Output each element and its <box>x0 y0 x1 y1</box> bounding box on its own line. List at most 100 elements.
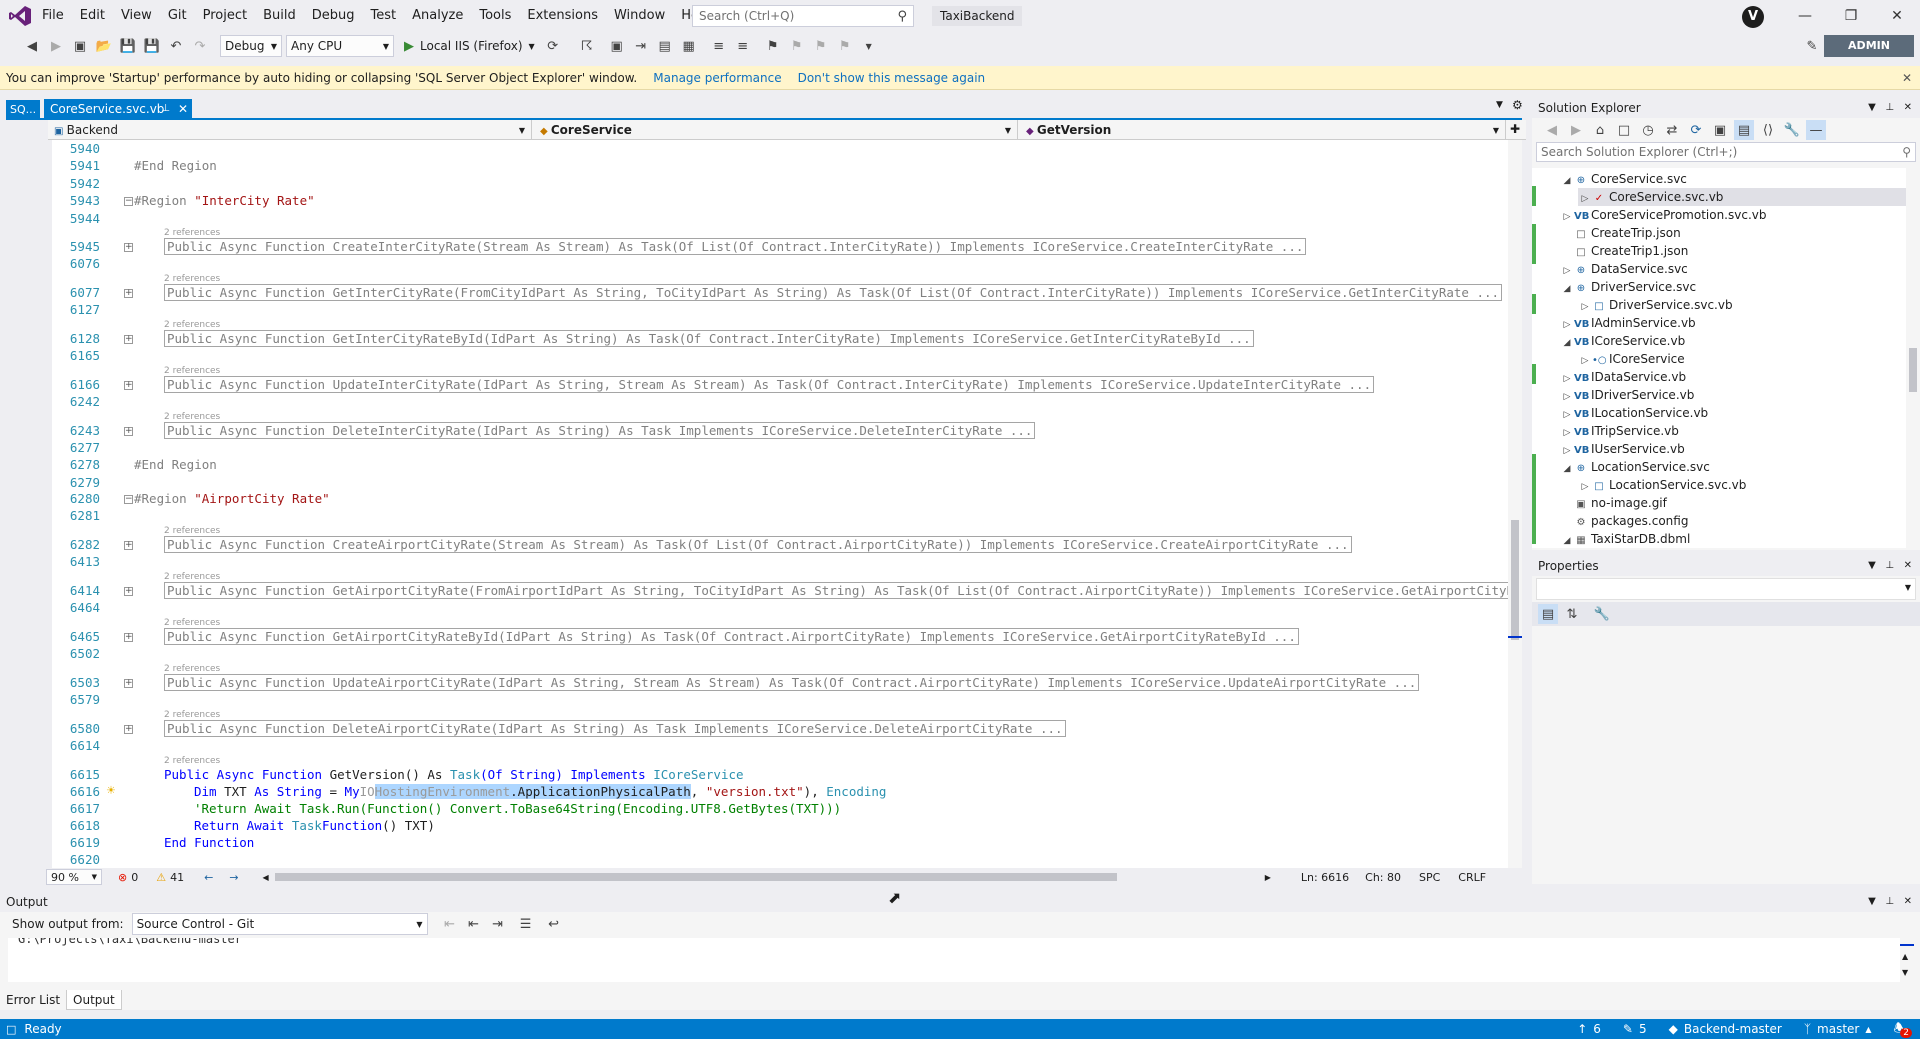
pending-changes-count[interactable]: 5 <box>1639 1022 1647 1036</box>
repository-name[interactable]: Backend-master <box>1684 1022 1782 1036</box>
show-all-files-icon[interactable]: ▤ <box>1734 120 1754 140</box>
clear-bookmarks-icon[interactable]: ⚑ <box>835 36 855 56</box>
branch-icon[interactable]: ᛉ <box>1804 1022 1811 1036</box>
output-text-area[interactable]: G:\Projects\Taxi\Backend-master <box>8 938 1900 982</box>
member-dropdown[interactable]: ◆ GetVersion ▼ <box>1020 120 1506 140</box>
menu-project[interactable]: Project <box>195 0 255 32</box>
output-source-select[interactable]: Source Control - Git ▼ <box>131 913 428 935</box>
menu-file[interactable]: File <box>34 0 72 32</box>
tab-output[interactable]: Output <box>66 990 122 1010</box>
go-to-next-icon[interactable]: ⇥ <box>488 914 508 934</box>
codelens-references[interactable]: 2 references <box>164 412 220 422</box>
platform-select[interactable]: Any CPU ▼ <box>286 35 394 57</box>
codelens-references[interactable]: 2 references <box>164 572 220 582</box>
tree-item[interactable]: ▷ VB IDriverService.vb <box>1560 386 1695 404</box>
preview-icon[interactable]: — <box>1806 120 1826 140</box>
expand-region-icon[interactable]: + <box>124 335 133 344</box>
tree-item[interactable]: ▷ •○ ICoreService <box>1578 350 1685 368</box>
back-arrow-icon[interactable]: ← <box>204 871 213 884</box>
dont-show-again-link[interactable]: Don't show this message again <box>798 71 986 85</box>
close-icon[interactable]: ✕ <box>1902 71 1912 85</box>
indent-icon[interactable]: ≡ <box>709 36 729 56</box>
forward-icon[interactable]: ▶ <box>1566 120 1586 140</box>
push-icon[interactable]: ↑ <box>1577 1022 1587 1036</box>
restore-button[interactable]: ❐ <box>1828 0 1874 32</box>
scroll-up-icon[interactable]: ▲ <box>1902 952 1908 961</box>
avatar[interactable]: V <box>1742 6 1764 28</box>
error-icon[interactable]: ⊗ <box>118 871 127 884</box>
codelens-references[interactable]: 2 references <box>164 366 220 376</box>
tree-item[interactable]: ◢ ⊕ CoreService.svc <box>1560 170 1687 188</box>
view-code-icon[interactable]: ⟨⟩ <box>1758 120 1778 140</box>
menu-window[interactable]: Window <box>606 0 673 32</box>
codelens-references[interactable]: 2 references <box>164 664 220 674</box>
collapsed-function[interactable]: Public Async Function GetInterCityRate(F… <box>164 284 1503 301</box>
codelens-references[interactable]: 2 references <box>164 274 220 284</box>
layout-icon[interactable]: ▦ <box>679 36 699 56</box>
property-pages-icon[interactable]: 🔧 <box>1592 604 1612 624</box>
scroll-down-icon[interactable]: ▼ <box>1902 968 1908 977</box>
tree-item[interactable]: ▷ VB IDataService.vb <box>1560 368 1687 386</box>
open-folder-icon[interactable]: 📂 <box>94 36 114 56</box>
tree-item[interactable]: ◢ ⊕ LocationService.svc <box>1560 458 1710 476</box>
whitespace-indicator[interactable]: SPC <box>1419 871 1440 884</box>
collapsed-function[interactable]: Public Async Function DeleteInterCityRat… <box>164 422 1036 439</box>
word-wrap-icon[interactable]: ↩ <box>544 914 564 934</box>
collapse-all-icon[interactable]: ▣ <box>1710 120 1730 140</box>
collapsed-function[interactable]: Public Async Function CreateInterCityRat… <box>164 238 1307 255</box>
solution-search-input[interactable]: Search Solution Explorer (Ctrl+;) ⚲ <box>1536 142 1916 162</box>
minimize-button[interactable]: — <box>1782 0 1828 32</box>
tab-coreservice-svc-vb[interactable]: CoreService.svc.vb ⊥ ✕ <box>44 99 192 119</box>
notification-count[interactable]: 2 <box>1900 1028 1912 1038</box>
tree-item[interactable]: □ CreateTrip.json <box>1574 224 1680 242</box>
tree-item[interactable]: ⚙ packages.config <box>1574 512 1689 530</box>
save-icon[interactable]: 💾 <box>118 36 138 56</box>
close-window-button[interactable]: ✕ <box>1874 0 1920 32</box>
panel-options-icon[interactable]: ▼ <box>1868 896 1876 907</box>
editor-vertical-scrollbar[interactable] <box>1508 140 1522 868</box>
tree-item[interactable]: ▷ □ DriverService.svc.vb <box>1578 296 1733 314</box>
expand-region-icon[interactable]: + <box>124 289 133 298</box>
class-dropdown[interactable]: ◆ CoreService ▼ <box>534 120 1018 140</box>
expand-region-icon[interactable]: + <box>124 381 133 390</box>
collapse-region-icon[interactable]: − <box>124 197 133 206</box>
lightbulb-icon[interactable]: ☀ <box>106 784 116 797</box>
collapsed-function[interactable]: Public Async Function GetInterCityRateBy… <box>164 330 1254 347</box>
panel-options-icon[interactable]: ▼ <box>1868 102 1876 113</box>
menu-extensions[interactable]: Extensions <box>519 0 606 32</box>
tree-item[interactable]: ◢ ▦ TaxiStarDB.dbml <box>1560 530 1691 550</box>
panel-options-icon[interactable]: ▼ <box>1868 560 1876 571</box>
menu-build[interactable]: Build <box>255 0 304 32</box>
menu-analyze[interactable]: Analyze <box>404 0 471 32</box>
prev-bookmark-icon[interactable]: ⚑ <box>787 36 807 56</box>
collapsed-function[interactable]: Public Async Function DeleteAirportCityR… <box>164 720 1066 737</box>
properties-wrench-icon[interactable]: 🔧 <box>1782 120 1802 140</box>
switch-views-icon[interactable]: □ <box>1614 120 1634 140</box>
horizontal-scrollbar-thumb[interactable] <box>274 873 1117 881</box>
collapsed-function[interactable]: Public Async Function UpdateInterCityRat… <box>164 376 1375 393</box>
codelens-references[interactable]: 2 references <box>164 618 220 628</box>
live-share-icon[interactable]: ✎ <box>1802 36 1822 56</box>
collapsed-function[interactable]: Public Async Function GetAirportCityRate… <box>164 582 1522 599</box>
sql-explorer-tab[interactable]: SQ... <box>6 100 40 120</box>
screenshot-icon[interactable]: ▣ <box>607 36 627 56</box>
column-indicator[interactable]: Ch: 80 <box>1365 871 1401 884</box>
expanded-arrow-icon[interactable]: ◢ <box>1560 532 1574 550</box>
back-icon[interactable]: ◀ <box>1542 120 1562 140</box>
expanded-arrow-icon[interactable]: ◢ <box>1560 280 1574 298</box>
codelens-references[interactable]: 2 references <box>164 756 220 766</box>
line-ending-indicator[interactable]: CRLF <box>1458 871 1486 884</box>
clear-all-icon[interactable]: ☰ <box>516 914 536 934</box>
collapsed-function[interactable]: Public Async Function UpdateAirportCityR… <box>164 674 1420 691</box>
repo-icon[interactable]: ◆ <box>1669 1022 1678 1036</box>
pin-icon[interactable]: ⊥ <box>1885 896 1894 907</box>
pencil-icon[interactable]: ✎ <box>1623 1022 1633 1036</box>
zoom-select[interactable]: 90 % ▼ <box>46 869 102 885</box>
menu-debug[interactable]: Debug <box>304 0 363 32</box>
outline-icon[interactable]: ▤ <box>655 36 675 56</box>
outdent-icon[interactable]: ≡ <box>733 36 753 56</box>
tab-error-list[interactable]: Error List <box>0 990 66 1010</box>
search-input[interactable]: Search (Ctrl+Q) ⚲ <box>692 5 914 27</box>
expand-region-icon[interactable]: + <box>124 587 133 596</box>
pin-icon[interactable]: ⊥ <box>1885 560 1894 571</box>
